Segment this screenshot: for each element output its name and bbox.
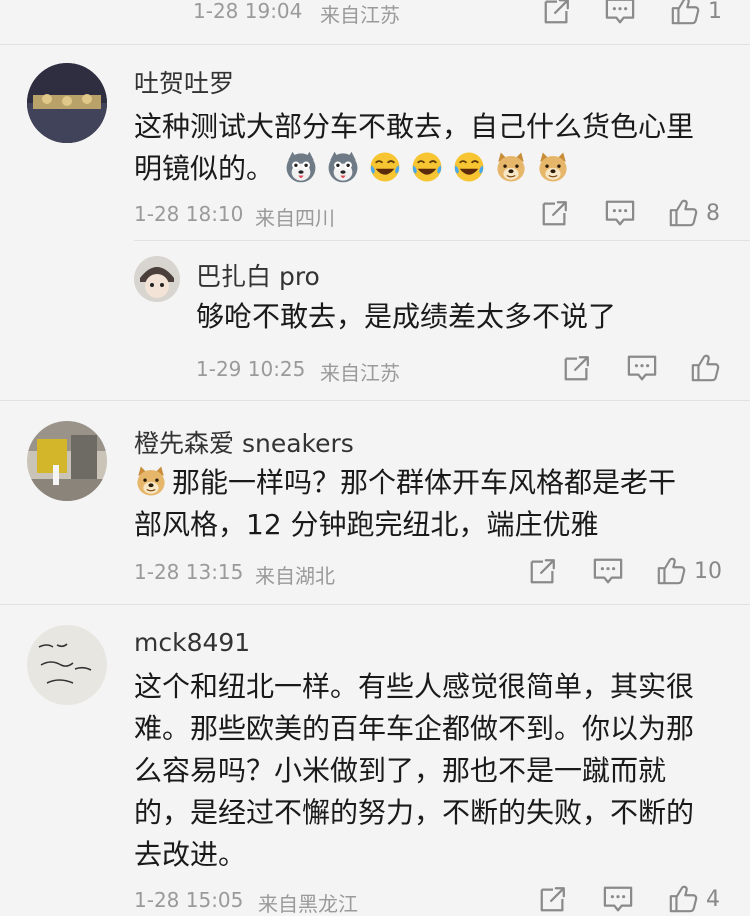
reply-button[interactable] [604,0,636,26]
comment-date: 1-28 13:15 [134,560,244,584]
comment-location: 来自湖北 [255,564,335,588]
laugh-cry-emoji [452,150,486,184]
avatar[interactable] [27,421,107,501]
like-button[interactable]: 10 [656,556,722,586]
reply-button[interactable] [626,353,658,383]
divider [0,604,750,605]
comment-text: 这个和纽北一样。有些人感觉很简单，其实很 难。那些欧美的百年车企都做不到。你以为… [134,670,695,871]
divider [134,240,750,241]
comment-location: 来自黑龙江 [258,892,358,916]
share-icon [538,884,568,914]
doge-emoji [536,150,570,184]
like-button[interactable]: 4 [668,884,720,914]
share-icon [562,353,592,383]
avatar[interactable] [27,625,107,705]
laugh-cry-emoji [368,150,402,184]
username[interactable]: mck8491 [134,628,250,657]
comment-icon [604,198,636,228]
comment-date: 1-28 15:05 [134,888,244,912]
comment-top-partial: 1-28 19:04 来自江苏 1 [0,0,750,44]
like-icon [670,0,700,26]
husky-emoji [326,150,360,184]
share-button[interactable] [538,884,568,914]
comment-text: 这种测试大部分车不敢去，自己什么货色心里 明镜似的。 [134,110,695,185]
comment-date: 1-29 10:25 [196,357,306,381]
doge-emoji [494,150,528,184]
reply-button[interactable] [592,556,624,586]
username[interactable]: 吐贺吐罗 [134,64,234,100]
share-button[interactable] [562,353,592,383]
comment-text: 够呛不敢去，是成绩差太多不说了 [196,300,617,333]
husky-emoji [284,150,318,184]
divider [0,44,750,45]
like-count: 8 [706,200,720,226]
comment-text: 那能一样吗？那个群体开车风格都是老干 部风格，12 分钟跑完纽北，端庄优雅 [134,464,677,541]
comment-icon [592,556,624,586]
username[interactable]: 橙先森爱 sneakers [134,424,354,460]
comment-location: 来自江苏 [320,3,400,27]
share-icon [528,556,558,586]
comment-location: 来自江苏 [320,361,400,385]
comment-icon [604,0,636,26]
like-count: 1 [708,0,722,24]
comment-date: 1-28 19:04 [193,0,303,23]
doge-emoji [134,464,168,498]
like-icon [668,198,698,228]
like-count: 4 [706,886,720,912]
like-icon [668,884,698,914]
share-button[interactable] [540,198,570,228]
share-button[interactable] [528,556,558,586]
reply-button[interactable] [602,884,634,914]
like-icon [690,353,720,383]
avatar[interactable] [27,63,107,143]
like-icon [656,556,686,586]
avatar[interactable] [134,256,180,302]
comment-date: 1-28 18:10 [134,202,244,226]
divider [0,400,750,401]
like-button[interactable] [690,353,720,383]
reply-button[interactable] [604,198,636,228]
like-button[interactable]: 1 [670,0,722,26]
comment-location: 来自四川 [255,206,335,230]
share-button[interactable] [542,0,572,26]
laugh-cry-emoji [410,150,444,184]
comment-icon [626,353,658,383]
comment-icon [602,884,634,914]
username[interactable]: 巴扎白 pro [196,257,320,293]
share-icon [540,198,570,228]
like-button[interactable]: 8 [668,198,720,228]
share-icon [542,0,572,26]
like-count: 10 [694,558,722,584]
